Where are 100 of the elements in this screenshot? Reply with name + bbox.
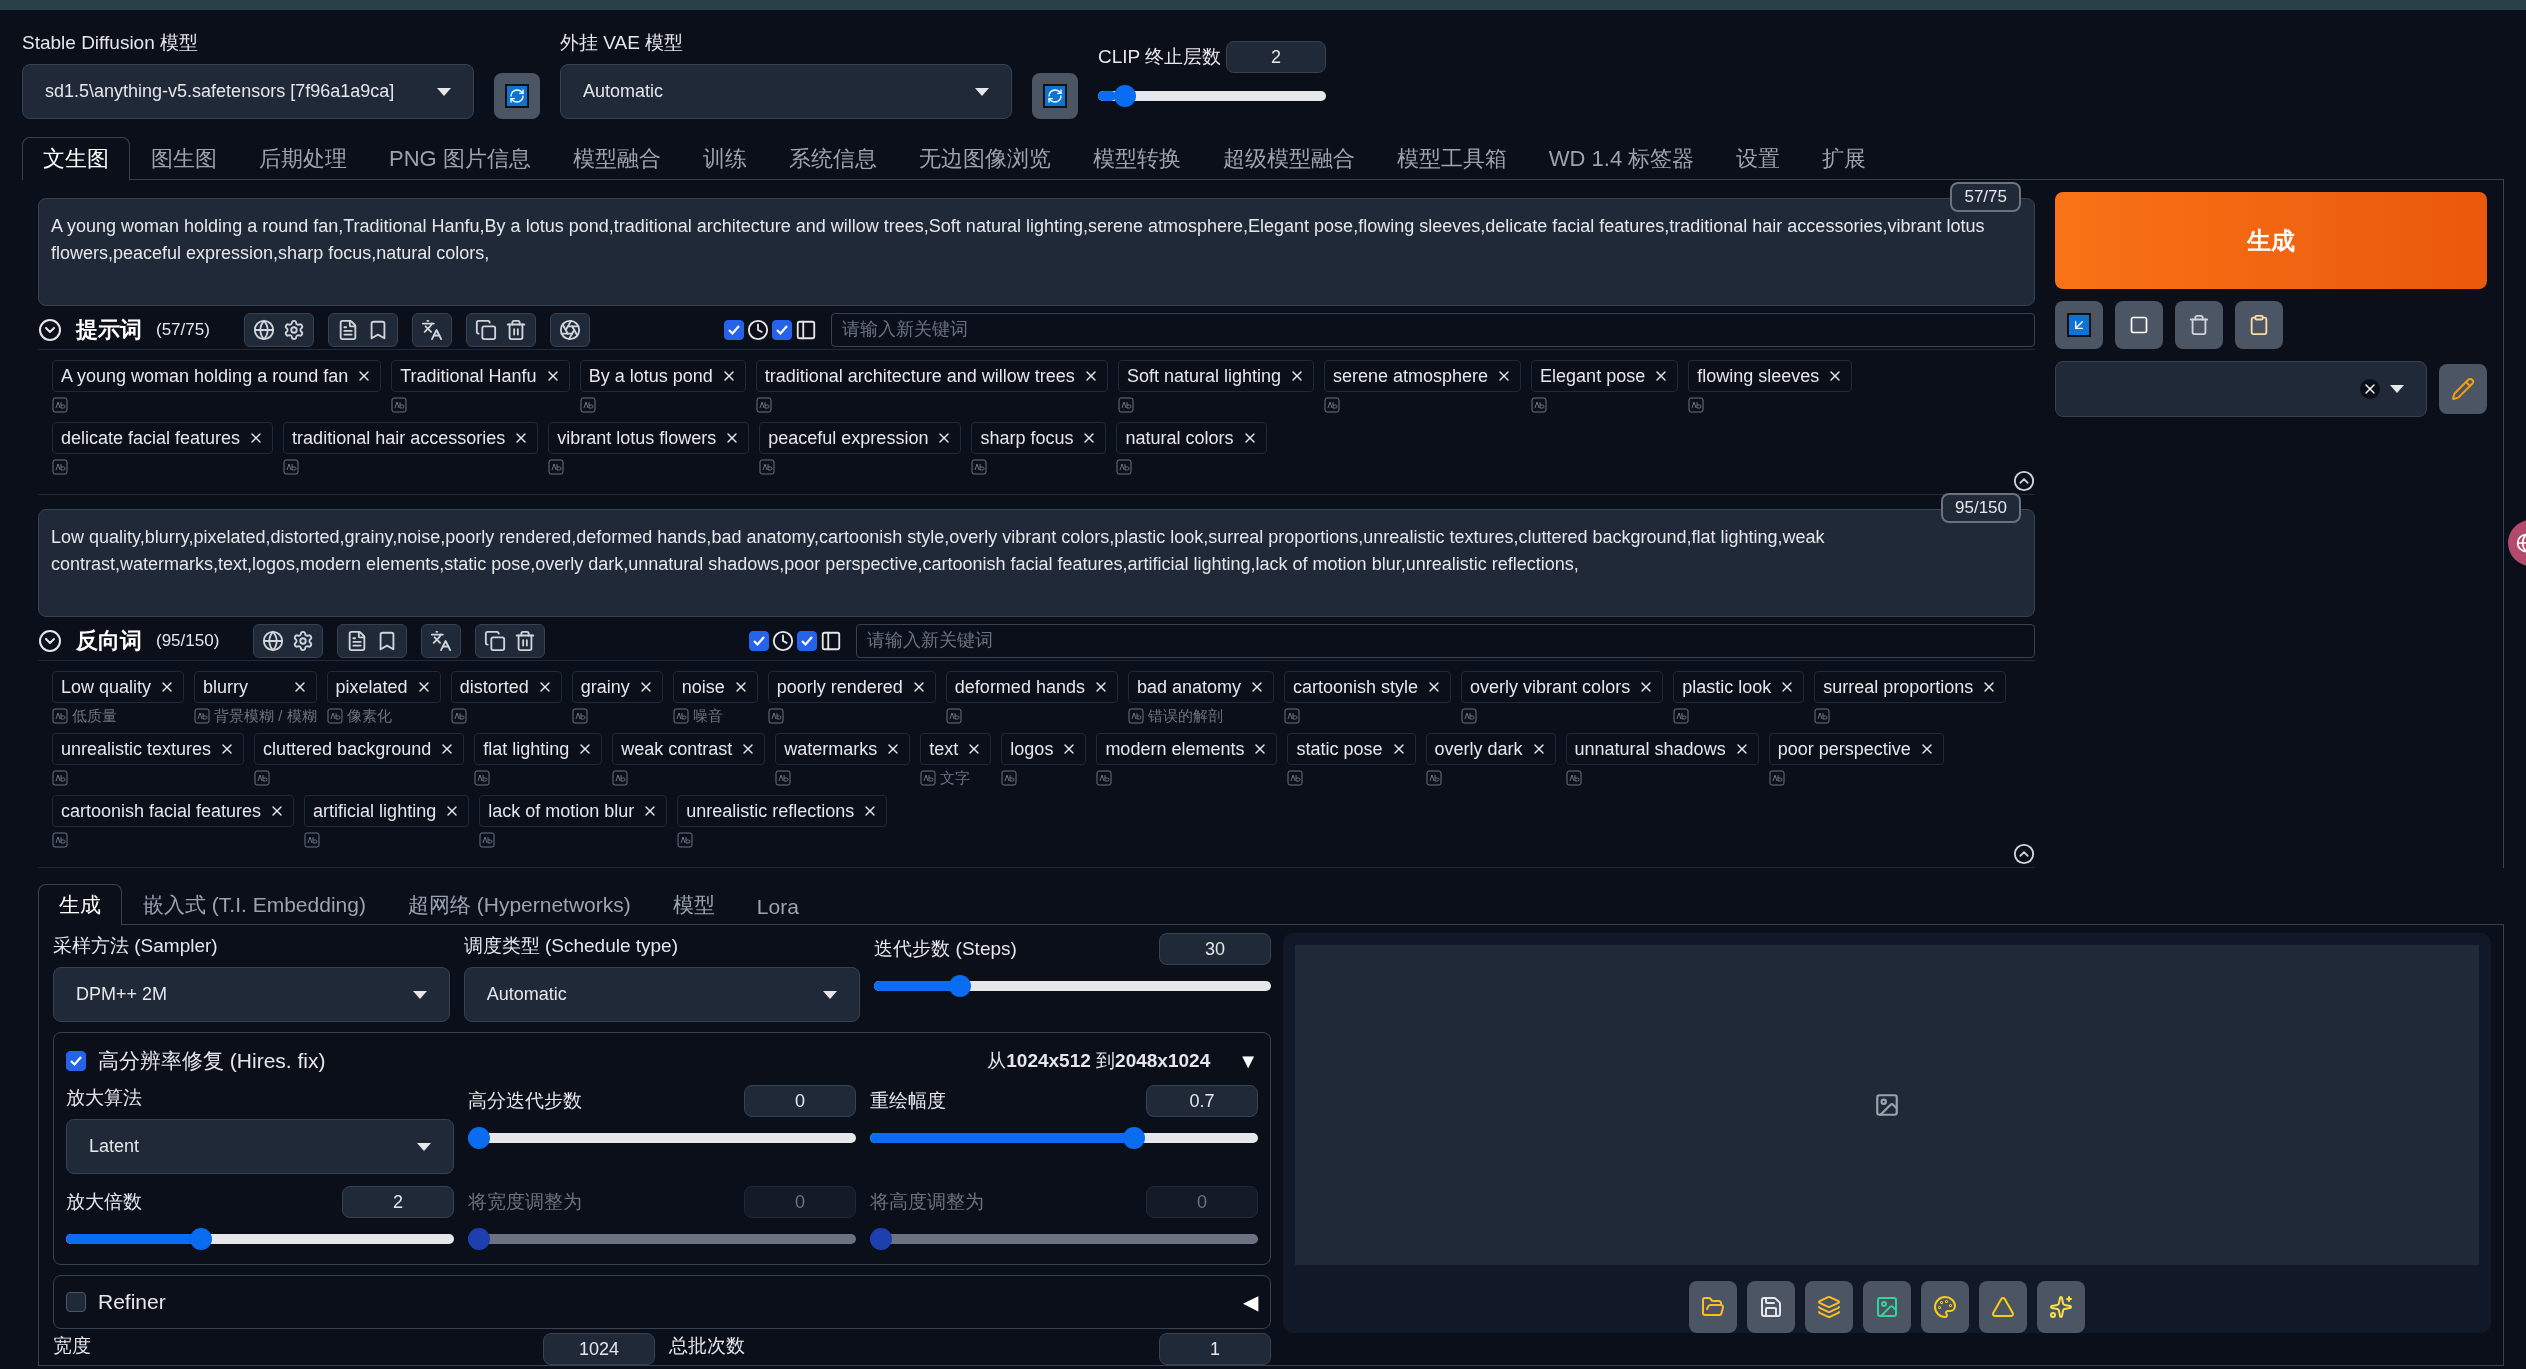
tag-chip[interactable]: poorly rendered xyxy=(767,671,936,703)
tag-chip[interactable]: By a lotus pond xyxy=(579,360,746,392)
slider[interactable] xyxy=(66,1228,454,1250)
number-field[interactable]: 30 xyxy=(1159,933,1271,965)
tag-chip[interactable]: peaceful expression xyxy=(759,422,962,454)
number-field[interactable]: 2 xyxy=(342,1186,454,1218)
tag-chip[interactable]: grainy xyxy=(571,671,663,703)
collapse-icon[interactable] xyxy=(2013,470,2035,492)
tag-chip[interactable]: distorted xyxy=(450,671,562,703)
sampler-dropdown[interactable]: DPM++ 2M xyxy=(53,967,450,1022)
checkbox[interactable] xyxy=(771,319,792,340)
number-field[interactable]: 0.7 xyxy=(1146,1085,1258,1117)
tag-chip[interactable]: lack of motion blur xyxy=(479,795,668,827)
tag-chip[interactable]: flowing sleeves xyxy=(1688,360,1853,392)
trash-button[interactable] xyxy=(2175,301,2223,349)
tab[interactable]: 图生图 xyxy=(130,137,238,180)
slider-thumb[interactable] xyxy=(468,1127,490,1149)
tab[interactable]: 扩展 xyxy=(1801,137,1888,180)
tab[interactable]: 后期处理 xyxy=(238,137,368,180)
clear-icon[interactable] xyxy=(2360,379,2380,399)
collapse-icon[interactable] xyxy=(38,317,62,342)
collapse-icon[interactable] xyxy=(38,628,62,653)
tag-chip[interactable]: cartoonish facial features xyxy=(52,795,295,827)
slider-thumb[interactable] xyxy=(1122,1127,1145,1149)
translate-icon[interactable] xyxy=(430,629,453,652)
tab[interactable]: 文生图 xyxy=(22,137,130,180)
slider-thumb[interactable] xyxy=(949,975,972,997)
expand-arrow[interactable]: ◀ xyxy=(1243,1290,1258,1314)
square-button[interactable] xyxy=(2115,301,2163,349)
tag-chip[interactable]: A young woman holding a round fan xyxy=(52,360,382,392)
slider[interactable] xyxy=(1098,85,1326,107)
trash-icon[interactable] xyxy=(514,629,537,652)
tag-chip[interactable]: overly vibrant colors xyxy=(1461,671,1664,703)
checkbox[interactable] xyxy=(66,1292,86,1312)
tag-chip[interactable]: overly dark xyxy=(1425,733,1556,765)
tab[interactable]: 嵌入式 (T.I. Embedding) xyxy=(122,884,387,925)
tag-chip[interactable]: bad anatomy xyxy=(1127,671,1274,703)
slider[interactable] xyxy=(870,1127,1258,1149)
slider-thumb[interactable] xyxy=(1114,85,1137,107)
edit-button[interactable] xyxy=(2439,364,2487,414)
number-field[interactable]: 0 xyxy=(744,1085,856,1117)
tab[interactable]: 模型工具箱 xyxy=(1375,137,1528,180)
tag-chip[interactable]: logos xyxy=(1001,733,1087,765)
tag-chip[interactable]: cartoonish style xyxy=(1284,671,1452,703)
aperture-icon[interactable] xyxy=(558,318,581,341)
sparkles-button[interactable] xyxy=(2037,1281,2085,1333)
tag-chip[interactable]: vibrant lotus flowers xyxy=(548,422,750,454)
tab[interactable]: 设置 xyxy=(1715,137,1802,180)
tag-chip[interactable]: Low quality xyxy=(52,671,185,703)
tag-chip[interactable]: surreal proportions xyxy=(1814,671,2007,703)
tag-chip[interactable]: flat lighting xyxy=(474,733,603,765)
tag-chip[interactable]: noise xyxy=(672,671,758,703)
folder-button[interactable] xyxy=(1689,1281,1737,1333)
tab[interactable]: 生成 xyxy=(38,884,122,925)
tag-chip[interactable]: static pose xyxy=(1287,733,1416,765)
tag-chip[interactable]: poor perspective xyxy=(1768,733,1944,765)
checkbox[interactable] xyxy=(749,630,770,651)
copy-icon[interactable] xyxy=(474,318,497,341)
model-dropdown[interactable]: Automatic xyxy=(560,64,1012,119)
slider[interactable] xyxy=(870,1228,1258,1250)
number-field[interactable]: 2 xyxy=(1226,41,1326,73)
tab[interactable]: 系统信息 xyxy=(767,137,898,180)
layers-button[interactable] xyxy=(1805,1281,1853,1333)
ruler-button[interactable] xyxy=(1979,1281,2027,1333)
tag-chip[interactable]: modern elements xyxy=(1096,733,1278,765)
slider[interactable] xyxy=(874,975,1271,997)
checkbox[interactable] xyxy=(723,319,744,340)
tag-chip[interactable]: pixelated xyxy=(326,671,441,703)
image-button[interactable] xyxy=(1863,1281,1911,1333)
settings-icon[interactable] xyxy=(292,629,315,652)
slider[interactable] xyxy=(468,1228,856,1250)
tag-chip[interactable]: text xyxy=(920,733,992,765)
tab[interactable]: 超网络 (Hypernetworks) xyxy=(386,884,652,925)
palette-button[interactable] xyxy=(1921,1281,1969,1333)
tab[interactable]: WD 1.4 标签器 xyxy=(1527,137,1716,180)
tag-chip[interactable]: deformed hands xyxy=(945,671,1118,703)
settings-icon[interactable] xyxy=(282,318,305,341)
globe-icon[interactable] xyxy=(252,318,275,341)
trash-icon[interactable] xyxy=(504,318,527,341)
upscaler-dropdown[interactable]: Latent xyxy=(66,1119,454,1174)
keyword-input[interactable]: 请输入新关键词 xyxy=(856,623,2035,658)
refresh-button[interactable] xyxy=(494,73,540,119)
refresh-button[interactable] xyxy=(1032,73,1078,119)
tag-chip[interactable]: blurry xyxy=(194,671,317,703)
slider[interactable] xyxy=(468,1127,856,1149)
tag-chip[interactable]: unnatural shadows xyxy=(1565,733,1759,765)
tab[interactable]: Lora xyxy=(735,888,820,925)
tab[interactable]: 模型转换 xyxy=(1071,137,1202,180)
tag-chip[interactable]: artificial lighting xyxy=(304,795,470,827)
collapse-icon[interactable] xyxy=(2013,843,2035,865)
tab[interactable]: 训练 xyxy=(681,137,768,180)
tag-chip[interactable]: watermarks xyxy=(775,733,911,765)
tag-chip[interactable]: unrealistic reflections xyxy=(677,795,888,827)
keyword-input[interactable]: 请输入新关键词 xyxy=(830,312,2035,347)
tag-chip[interactable]: serene atmosphere xyxy=(1324,360,1522,392)
tag-chip[interactable]: Soft natural lighting xyxy=(1117,360,1314,392)
tag-chip[interactable]: plastic look xyxy=(1673,671,1805,703)
tab[interactable]: 模型 xyxy=(651,884,736,925)
apply-button[interactable] xyxy=(2055,301,2103,349)
tab[interactable]: PNG 图片信息 xyxy=(368,137,552,180)
